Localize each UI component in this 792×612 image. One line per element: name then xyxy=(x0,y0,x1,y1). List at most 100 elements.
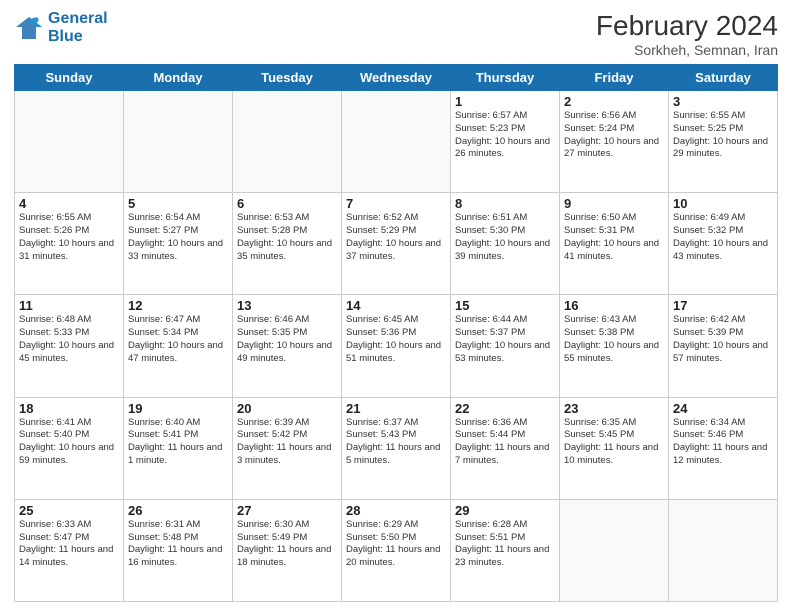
calendar-cell: 16Sunrise: 6:43 AM Sunset: 5:38 PM Dayli… xyxy=(560,295,669,397)
calendar-cell: 15Sunrise: 6:44 AM Sunset: 5:37 PM Dayli… xyxy=(451,295,560,397)
calendar-cell: 6Sunrise: 6:53 AM Sunset: 5:28 PM Daylig… xyxy=(233,193,342,295)
calendar-cell: 26Sunrise: 6:31 AM Sunset: 5:48 PM Dayli… xyxy=(124,499,233,601)
day-number: 25 xyxy=(19,503,119,518)
day-info: Sunrise: 6:55 AM Sunset: 5:25 PM Dayligh… xyxy=(673,110,773,161)
logo-text: General Blue xyxy=(48,10,108,45)
day-info: Sunrise: 6:42 AM Sunset: 5:39 PM Dayligh… xyxy=(673,314,773,365)
day-number: 14 xyxy=(346,298,446,313)
day-number: 4 xyxy=(19,196,119,211)
header: General Blue February 2024 Sorkheh, Semn… xyxy=(14,10,778,58)
calendar-cell xyxy=(124,91,233,193)
calendar-cell: 24Sunrise: 6:34 AM Sunset: 5:46 PM Dayli… xyxy=(669,397,778,499)
day-info: Sunrise: 6:29 AM Sunset: 5:50 PM Dayligh… xyxy=(346,519,446,570)
day-info: Sunrise: 6:28 AM Sunset: 5:51 PM Dayligh… xyxy=(455,519,555,570)
calendar-cell: 25Sunrise: 6:33 AM Sunset: 5:47 PM Dayli… xyxy=(15,499,124,601)
day-info: Sunrise: 6:37 AM Sunset: 5:43 PM Dayligh… xyxy=(346,417,446,468)
day-header-friday: Friday xyxy=(560,65,669,91)
day-info: Sunrise: 6:57 AM Sunset: 5:23 PM Dayligh… xyxy=(455,110,555,161)
calendar-cell: 13Sunrise: 6:46 AM Sunset: 5:35 PM Dayli… xyxy=(233,295,342,397)
week-row-0: 1Sunrise: 6:57 AM Sunset: 5:23 PM Daylig… xyxy=(15,91,778,193)
calendar-cell xyxy=(233,91,342,193)
calendar-cell: 20Sunrise: 6:39 AM Sunset: 5:42 PM Dayli… xyxy=(233,397,342,499)
day-number: 22 xyxy=(455,401,555,416)
week-row-2: 11Sunrise: 6:48 AM Sunset: 5:33 PM Dayli… xyxy=(15,295,778,397)
day-info: Sunrise: 6:31 AM Sunset: 5:48 PM Dayligh… xyxy=(128,519,228,570)
calendar-cell: 8Sunrise: 6:51 AM Sunset: 5:30 PM Daylig… xyxy=(451,193,560,295)
day-number: 24 xyxy=(673,401,773,416)
day-number: 19 xyxy=(128,401,228,416)
day-number: 15 xyxy=(455,298,555,313)
day-number: 29 xyxy=(455,503,555,518)
calendar-cell: 22Sunrise: 6:36 AM Sunset: 5:44 PM Dayli… xyxy=(451,397,560,499)
day-header-thursday: Thursday xyxy=(451,65,560,91)
day-number: 5 xyxy=(128,196,228,211)
subtitle: Sorkheh, Semnan, Iran xyxy=(596,42,778,58)
calendar-cell: 11Sunrise: 6:48 AM Sunset: 5:33 PM Dayli… xyxy=(15,295,124,397)
calendar-cell: 14Sunrise: 6:45 AM Sunset: 5:36 PM Dayli… xyxy=(342,295,451,397)
day-number: 1 xyxy=(455,94,555,109)
calendar-cell: 9Sunrise: 6:50 AM Sunset: 5:31 PM Daylig… xyxy=(560,193,669,295)
day-info: Sunrise: 6:56 AM Sunset: 5:24 PM Dayligh… xyxy=(564,110,664,161)
day-header-monday: Monday xyxy=(124,65,233,91)
calendar-cell: 23Sunrise: 6:35 AM Sunset: 5:45 PM Dayli… xyxy=(560,397,669,499)
calendar-cell: 17Sunrise: 6:42 AM Sunset: 5:39 PM Dayli… xyxy=(669,295,778,397)
calendar-cell: 27Sunrise: 6:30 AM Sunset: 5:49 PM Dayli… xyxy=(233,499,342,601)
calendar-cell: 29Sunrise: 6:28 AM Sunset: 5:51 PM Dayli… xyxy=(451,499,560,601)
calendar-cell xyxy=(15,91,124,193)
calendar-cell: 3Sunrise: 6:55 AM Sunset: 5:25 PM Daylig… xyxy=(669,91,778,193)
calendar-cell: 2Sunrise: 6:56 AM Sunset: 5:24 PM Daylig… xyxy=(560,91,669,193)
calendar-cell: 4Sunrise: 6:55 AM Sunset: 5:26 PM Daylig… xyxy=(15,193,124,295)
day-number: 21 xyxy=(346,401,446,416)
calendar-cell xyxy=(669,499,778,601)
page: General Blue February 2024 Sorkheh, Semn… xyxy=(0,0,792,612)
day-header-saturday: Saturday xyxy=(669,65,778,91)
day-info: Sunrise: 6:36 AM Sunset: 5:44 PM Dayligh… xyxy=(455,417,555,468)
day-number: 9 xyxy=(564,196,664,211)
day-number: 18 xyxy=(19,401,119,416)
day-header-tuesday: Tuesday xyxy=(233,65,342,91)
day-info: Sunrise: 6:33 AM Sunset: 5:47 PM Dayligh… xyxy=(19,519,119,570)
logo: General Blue xyxy=(14,10,108,45)
day-info: Sunrise: 6:46 AM Sunset: 5:35 PM Dayligh… xyxy=(237,314,337,365)
calendar-cell: 18Sunrise: 6:41 AM Sunset: 5:40 PM Dayli… xyxy=(15,397,124,499)
calendar-cell: 1Sunrise: 6:57 AM Sunset: 5:23 PM Daylig… xyxy=(451,91,560,193)
calendar-cell: 21Sunrise: 6:37 AM Sunset: 5:43 PM Dayli… xyxy=(342,397,451,499)
day-info: Sunrise: 6:50 AM Sunset: 5:31 PM Dayligh… xyxy=(564,212,664,263)
day-info: Sunrise: 6:55 AM Sunset: 5:26 PM Dayligh… xyxy=(19,212,119,263)
month-year: February 2024 xyxy=(596,10,778,42)
day-info: Sunrise: 6:44 AM Sunset: 5:37 PM Dayligh… xyxy=(455,314,555,365)
day-info: Sunrise: 6:53 AM Sunset: 5:28 PM Dayligh… xyxy=(237,212,337,263)
day-info: Sunrise: 6:30 AM Sunset: 5:49 PM Dayligh… xyxy=(237,519,337,570)
week-row-1: 4Sunrise: 6:55 AM Sunset: 5:26 PM Daylig… xyxy=(15,193,778,295)
day-number: 7 xyxy=(346,196,446,211)
day-number: 2 xyxy=(564,94,664,109)
day-header-wednesday: Wednesday xyxy=(342,65,451,91)
day-number: 26 xyxy=(128,503,228,518)
day-info: Sunrise: 6:51 AM Sunset: 5:30 PM Dayligh… xyxy=(455,212,555,263)
day-info: Sunrise: 6:54 AM Sunset: 5:27 PM Dayligh… xyxy=(128,212,228,263)
day-number: 8 xyxy=(455,196,555,211)
day-info: Sunrise: 6:52 AM Sunset: 5:29 PM Dayligh… xyxy=(346,212,446,263)
calendar-cell: 7Sunrise: 6:52 AM Sunset: 5:29 PM Daylig… xyxy=(342,193,451,295)
day-header-sunday: Sunday xyxy=(15,65,124,91)
day-number: 13 xyxy=(237,298,337,313)
day-number: 23 xyxy=(564,401,664,416)
day-number: 27 xyxy=(237,503,337,518)
calendar-cell xyxy=(560,499,669,601)
day-number: 11 xyxy=(19,298,119,313)
calendar-header-row: SundayMondayTuesdayWednesdayThursdayFrid… xyxy=(15,65,778,91)
calendar-table: SundayMondayTuesdayWednesdayThursdayFrid… xyxy=(14,64,778,602)
day-info: Sunrise: 6:48 AM Sunset: 5:33 PM Dayligh… xyxy=(19,314,119,365)
calendar-cell: 12Sunrise: 6:47 AM Sunset: 5:34 PM Dayli… xyxy=(124,295,233,397)
day-number: 12 xyxy=(128,298,228,313)
day-info: Sunrise: 6:35 AM Sunset: 5:45 PM Dayligh… xyxy=(564,417,664,468)
day-info: Sunrise: 6:34 AM Sunset: 5:46 PM Dayligh… xyxy=(673,417,773,468)
calendar-cell: 5Sunrise: 6:54 AM Sunset: 5:27 PM Daylig… xyxy=(124,193,233,295)
day-number: 17 xyxy=(673,298,773,313)
calendar-cell: 28Sunrise: 6:29 AM Sunset: 5:50 PM Dayli… xyxy=(342,499,451,601)
day-number: 28 xyxy=(346,503,446,518)
day-number: 6 xyxy=(237,196,337,211)
day-info: Sunrise: 6:41 AM Sunset: 5:40 PM Dayligh… xyxy=(19,417,119,468)
day-info: Sunrise: 6:40 AM Sunset: 5:41 PM Dayligh… xyxy=(128,417,228,468)
calendar-cell xyxy=(342,91,451,193)
